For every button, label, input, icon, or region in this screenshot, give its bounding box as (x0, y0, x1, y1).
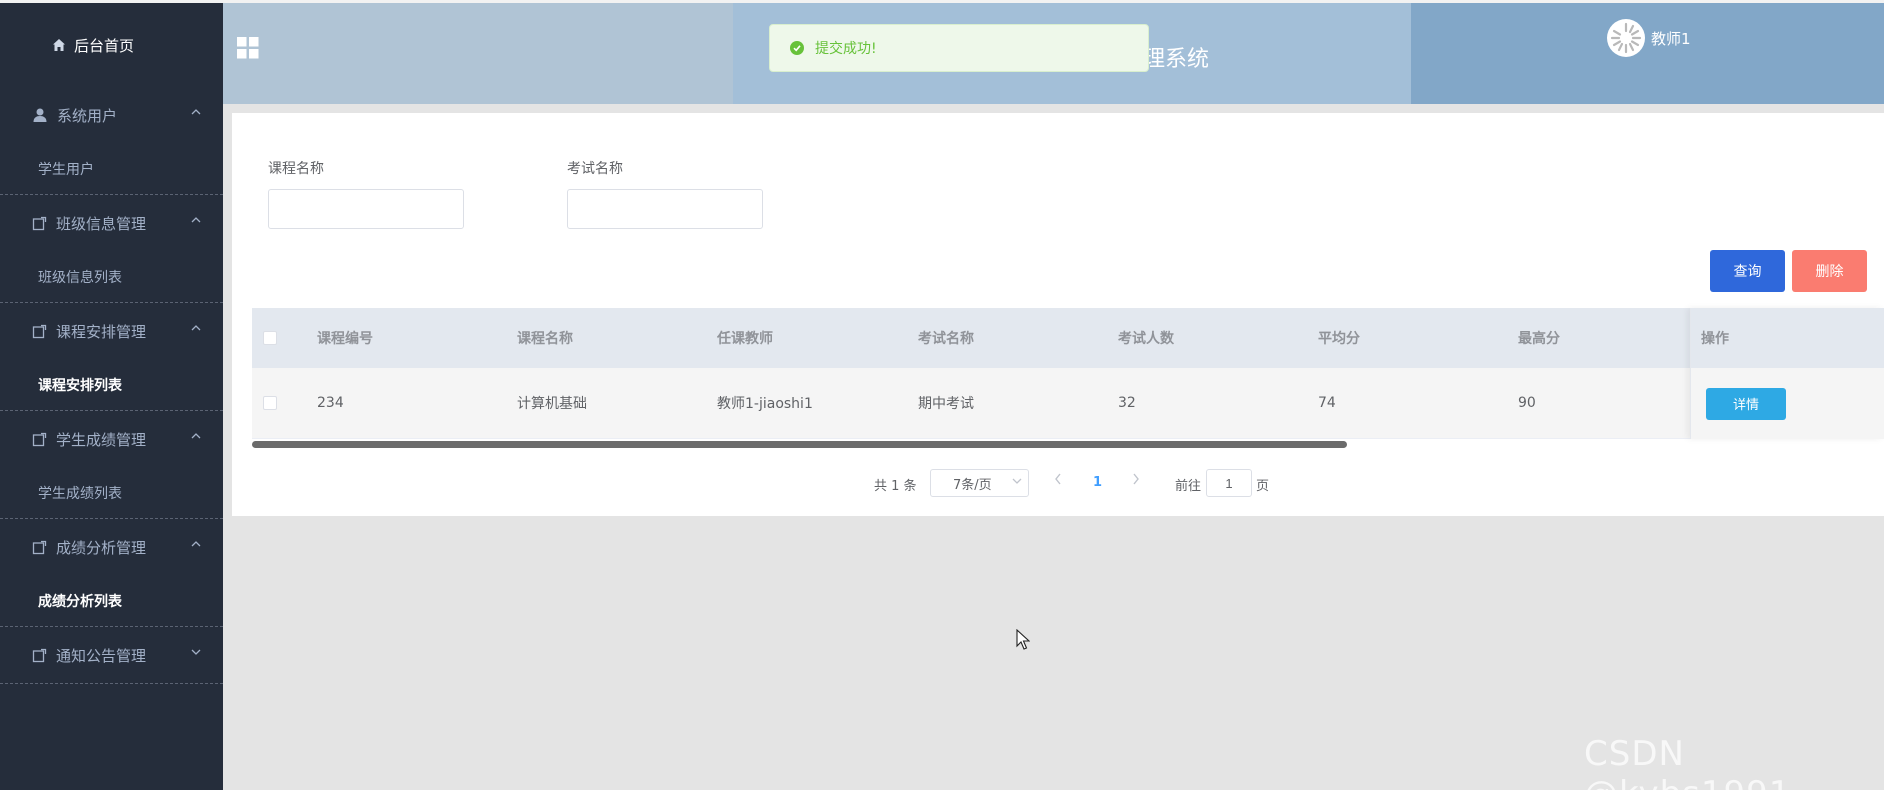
home-icon (52, 38, 66, 52)
sidebar-group-title[interactable]: 成绩分析管理 (0, 519, 223, 575)
cell-course-name: 计算机基础 (517, 396, 587, 412)
sidebar-group-title[interactable]: 学生成绩管理 (0, 411, 223, 467)
goto-page-input[interactable] (1206, 469, 1252, 497)
results-table: 课程编号 课程名称 任课教师 考试名称 考试人数 平均分 最高分 234 计算机… (252, 308, 1884, 439)
cell-exam-name: 期中考试 (918, 396, 974, 412)
toast-message: 提交成功! (815, 41, 877, 57)
sidebar-item-grade-list[interactable]: 学生成绩列表 (0, 467, 223, 518)
goto-label: 前往 (1175, 479, 1202, 494)
chevron-right-icon (1133, 473, 1139, 485)
document-icon (32, 216, 47, 231)
user-name: 教师1 (1651, 29, 1691, 48)
sidebar-group-label: 通知公告管理 (56, 646, 147, 665)
delete-button[interactable]: 删除 (1792, 250, 1867, 292)
col-exam-count[interactable]: 考试人数 (1118, 328, 1174, 348)
col-exam-name[interactable]: 考试名称 (918, 328, 974, 348)
page-suffix-label: 页 (1256, 479, 1270, 494)
sidebar-group-course-schedule: 课程安排管理 课程安排列表 (0, 303, 223, 411)
cell-teacher: 教师1-jiaoshi1 (717, 396, 813, 412)
detail-button[interactable]: 详情 (1706, 387, 1786, 420)
document-icon (32, 540, 47, 555)
system-title: 理系统 (1143, 47, 1210, 72)
sidebar-group-title[interactable]: 通知公告管理 (0, 627, 223, 683)
sidebar-item-student-users[interactable]: 学生用户 (0, 143, 223, 194)
cell-exam-count: 32 (1118, 395, 1136, 411)
user-icon (32, 107, 48, 123)
cell-course-id: 234 (317, 395, 344, 411)
sidebar-group-grade-analysis: 成绩分析管理 成绩分析列表 (0, 519, 223, 627)
chevron-up-icon (191, 217, 201, 223)
chevron-left-icon (1055, 473, 1061, 485)
cell-max-score: 90 (1518, 395, 1536, 411)
document-icon (32, 432, 47, 447)
pagination-total: 共 1 条 (874, 479, 917, 494)
sidebar-group-label: 系统用户 (57, 106, 118, 125)
row-checkbox[interactable] (263, 396, 277, 410)
operations-cell: 详情 (1691, 368, 1884, 439)
check-circle-icon (790, 41, 804, 55)
exam-name-label: 考试名称 (567, 161, 623, 177)
sidebar-group-title[interactable]: 系统用户 (0, 87, 223, 143)
chevron-up-icon (191, 541, 201, 547)
watermark: CSDN @kybs1991 (1584, 734, 1790, 790)
operations-column: 操作 详情 (1690, 308, 1884, 439)
grid-menu-icon[interactable] (237, 37, 259, 59)
horizontal-scrollbar[interactable] (252, 441, 1347, 448)
chevron-down-icon (191, 649, 201, 655)
table-row: 234 计算机基础 教师1-jiaoshi1 期中考试 32 74 90 (252, 368, 1884, 439)
query-button[interactable]: 查询 (1710, 250, 1785, 292)
sidebar-group-label: 班级信息管理 (56, 214, 147, 233)
sidebar-group-system-users: 系统用户 学生用户 (0, 87, 223, 195)
course-name-label: 课程名称 (268, 161, 324, 177)
page-size-value: 7条/页 (953, 477, 992, 493)
sidebar-group-class-info: 班级信息管理 班级信息列表 (0, 195, 223, 303)
document-icon (32, 648, 47, 663)
select-all-checkbox[interactable] (263, 331, 277, 345)
user-menu[interactable]: 教师1 (1607, 19, 1691, 57)
document-icon (32, 324, 47, 339)
col-average-score[interactable]: 平均分 (1318, 328, 1360, 348)
sidebar-item-home[interactable]: 后台首页 (0, 3, 223, 87)
sidebar-item-analysis-list[interactable]: 成绩分析列表 (0, 575, 223, 626)
exam-name-input[interactable] (567, 189, 763, 229)
sidebar-home-label: 后台首页 (74, 36, 135, 55)
sidebar-group-student-grades: 学生成绩管理 学生成绩列表 (0, 411, 223, 519)
loading-spinner-icon (1610, 22, 1642, 54)
chevron-up-icon (191, 325, 201, 331)
col-course-id[interactable]: 课程编号 (317, 328, 373, 348)
sidebar-group-label: 课程安排管理 (56, 322, 147, 341)
page-size-select[interactable]: 7条/页 (930, 469, 1029, 497)
sidebar-group-title[interactable]: 课程安排管理 (0, 303, 223, 359)
course-name-field: 课程名称 (268, 158, 464, 229)
main-panel: 课程名称 考试名称 查询 删除 课程编号 课程名称 任课教师 考试名称 考试人数… (232, 113, 1884, 516)
mouse-cursor-icon (1016, 629, 1030, 651)
success-toast: 提交成功! (769, 24, 1149, 72)
course-name-input[interactable] (268, 189, 464, 229)
pagination: 共 1 条 7条/页 1 前往 页 (232, 467, 1884, 499)
col-operations: 操作 (1691, 308, 1884, 368)
col-teacher[interactable]: 任课教师 (717, 328, 773, 348)
prev-page-button[interactable] (1054, 473, 1062, 489)
avatar (1607, 19, 1645, 57)
chevron-up-icon (191, 109, 201, 115)
table-header: 课程编号 课程名称 任课教师 考试名称 考试人数 平均分 最高分 (252, 308, 1884, 368)
page-number-current[interactable]: 1 (1093, 475, 1102, 490)
chevron-down-icon (1012, 478, 1022, 484)
sidebar-group-label: 学生成绩管理 (56, 430, 147, 449)
sidebar-group-label: 成绩分析管理 (56, 538, 147, 557)
sidebar-item-class-list[interactable]: 班级信息列表 (0, 251, 223, 302)
col-course-name[interactable]: 课程名称 (517, 328, 573, 348)
col-max-score[interactable]: 最高分 (1518, 328, 1560, 348)
sidebar-group-title[interactable]: 班级信息管理 (0, 195, 223, 251)
next-page-button[interactable] (1132, 473, 1140, 489)
exam-name-field: 考试名称 (567, 158, 763, 229)
sidebar: 后台首页 系统用户 学生用户 班级信息管理 班级信息列表 课程安排管理 课程安排… (0, 3, 223, 790)
cell-average-score: 74 (1318, 395, 1336, 411)
chevron-up-icon (191, 433, 201, 439)
sidebar-group-notices: 通知公告管理 (0, 627, 223, 684)
sidebar-item-course-list[interactable]: 课程安排列表 (0, 359, 223, 410)
